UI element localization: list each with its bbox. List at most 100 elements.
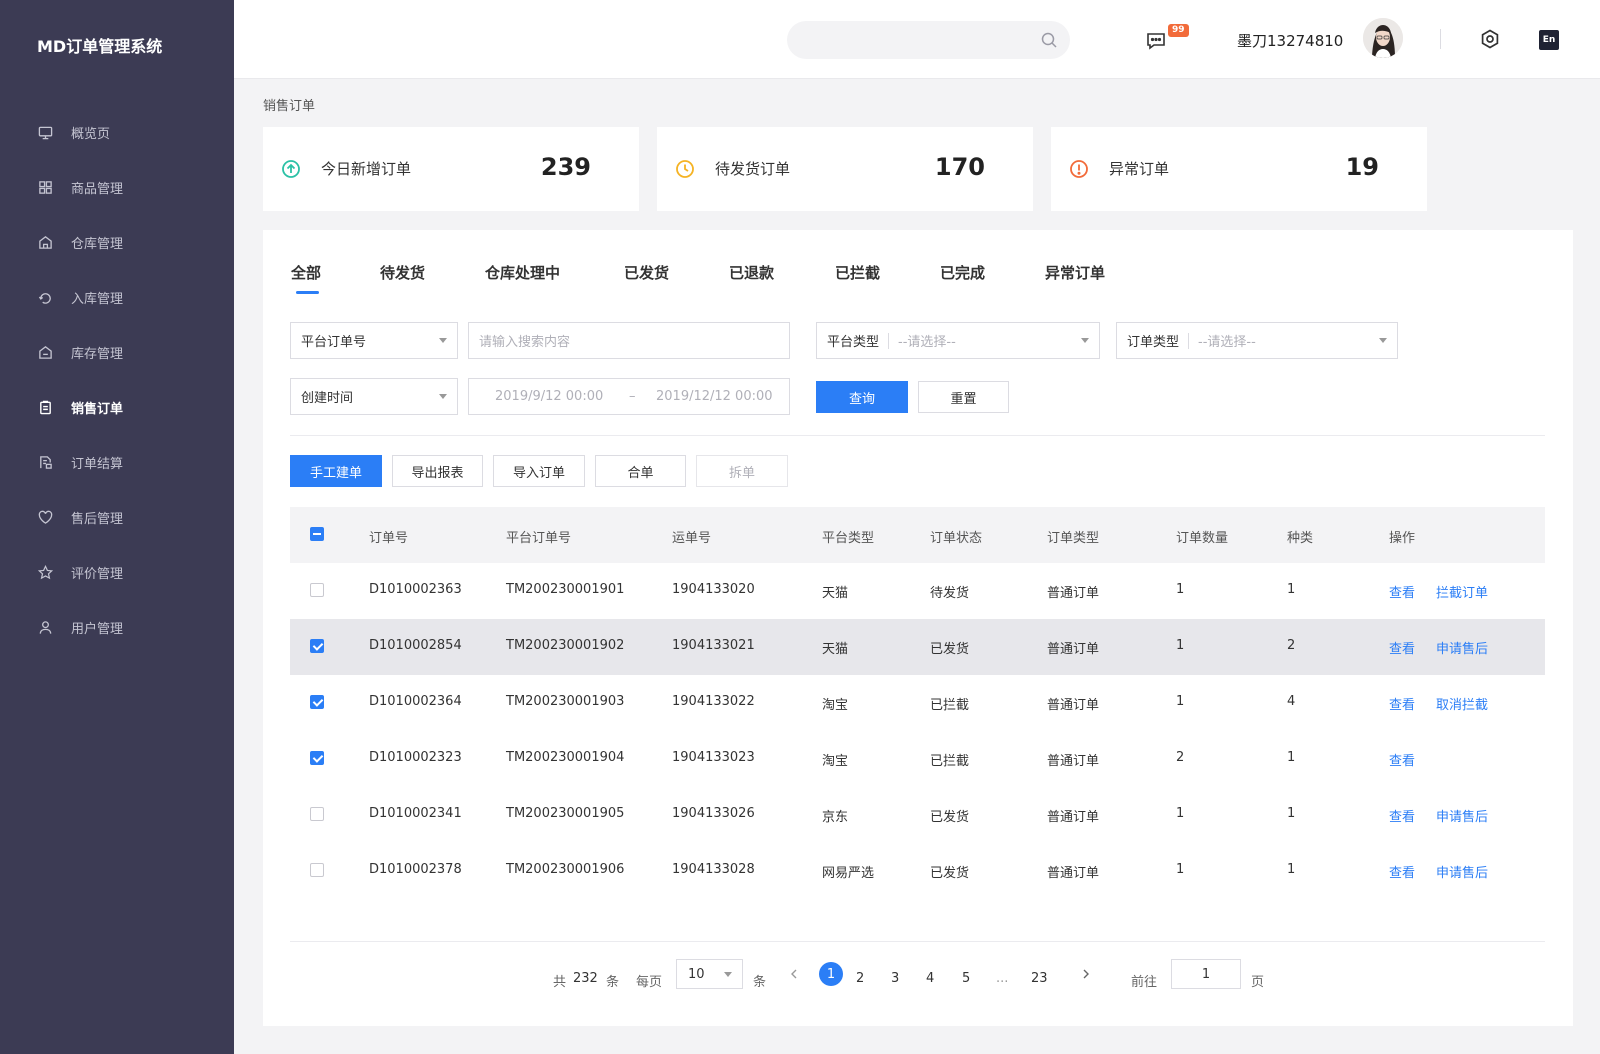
table-row[interactable]: D1010002364 TM200230001903 1904133022 淘宝… — [290, 675, 1545, 731]
sidebar-item-after-sales[interactable]: 售后管理 — [0, 497, 234, 537]
tab-pending-shipment[interactable]: 待发货 — [380, 262, 425, 283]
settings-icon[interactable] — [1479, 28, 1501, 50]
star-icon — [37, 564, 53, 580]
row-checkbox[interactable] — [310, 695, 324, 709]
order-field-value: 平台订单号 — [301, 335, 367, 350]
import-orders-button[interactable]: 导入订单 — [493, 455, 585, 487]
sidebar-item-label: 库存管理 — [71, 346, 124, 362]
language-switch[interactable]: En — [1539, 30, 1559, 50]
inventory-icon — [37, 344, 53, 360]
kinds-count: 1 — [1287, 750, 1296, 765]
date-range-picker[interactable]: 2019/9/12 00:00 – 2019/12/12 00:00 — [468, 378, 790, 415]
split-order-button[interactable]: 拆单 — [696, 455, 788, 487]
page-23[interactable]: 23 — [1031, 971, 1048, 986]
page-2[interactable]: 2 — [856, 971, 864, 986]
tab-shipped[interactable]: 已发货 — [624, 262, 669, 283]
row-checkbox[interactable] — [310, 583, 324, 597]
table-row[interactable]: D1010002378 TM200230001906 1904133028 网易… — [290, 843, 1545, 899]
sidebar-item-overview[interactable]: 概览页 — [0, 112, 234, 152]
merge-orders-button[interactable]: 合单 — [595, 455, 686, 487]
sidebar-item-reviews[interactable]: 评价管理 — [0, 552, 234, 592]
export-report-button[interactable]: 导出报表 — [392, 455, 483, 487]
page-4[interactable]: 4 — [926, 971, 934, 986]
row-checkbox[interactable] — [310, 807, 324, 821]
chevron-right-icon[interactable] — [1080, 968, 1092, 980]
sidebar-item-inbound[interactable]: 入库管理 — [0, 277, 234, 317]
sidebar-item-users[interactable]: 用户管理 — [0, 607, 234, 647]
after-sales-link[interactable]: 申请售后 — [1436, 862, 1488, 881]
notification-badge: 99 — [1168, 24, 1189, 37]
reset-button[interactable]: 重置 — [918, 381, 1009, 413]
after-sales-link[interactable]: 申请售后 — [1436, 806, 1488, 825]
clock-icon — [676, 160, 694, 178]
cancel-intercept-link[interactable]: 取消拦截 — [1436, 694, 1488, 713]
view-link[interactable]: 查看 — [1389, 582, 1415, 601]
query-button[interactable]: 查询 — [816, 381, 908, 413]
total-count: 232 — [573, 971, 598, 986]
kinds-count: 1 — [1287, 806, 1296, 821]
tab-abnormal[interactable]: 异常订单 — [1045, 262, 1105, 283]
date-end[interactable]: 2019/12/12 00:00 — [656, 389, 773, 404]
search-input[interactable] — [787, 21, 1070, 59]
view-link[interactable]: 查看 — [1389, 862, 1415, 881]
stat-card-pending-shipment: 待发货订单 170 — [657, 127, 1033, 211]
order-type: 普通订单 — [1047, 866, 1100, 881]
stat-label: 待发货订单 — [715, 160, 791, 178]
after-sales-link[interactable]: 申请售后 — [1436, 638, 1488, 657]
avatar[interactable] — [1363, 18, 1403, 58]
table-row[interactable]: D1010002323 TM200230001904 1904133023 淘宝… — [290, 731, 1545, 787]
view-link[interactable]: 查看 — [1389, 750, 1415, 769]
per-page-select[interactable]: 10 — [676, 959, 743, 989]
table-row[interactable]: D1010002854 TM200230001902 1904133021 天猫… — [290, 619, 1545, 675]
sidebar-item-settlement[interactable]: 订单结算 — [0, 442, 234, 482]
view-link[interactable]: 查看 — [1389, 694, 1415, 713]
chevron-left-icon[interactable] — [788, 968, 800, 980]
page-5[interactable]: 5 — [962, 971, 970, 986]
page-3[interactable]: 3 — [891, 971, 899, 986]
sidebar-item-sales-orders[interactable]: 销售订单 — [0, 387, 234, 427]
table-row[interactable]: D1010002341 TM200230001905 1904133026 京东… — [290, 787, 1545, 843]
warehouse-icon — [37, 234, 53, 250]
row-checkbox[interactable] — [310, 751, 324, 765]
kinds-count: 1 — [1287, 582, 1296, 597]
tab-all[interactable]: 全部 — [291, 262, 321, 283]
tab-completed[interactable]: 已完成 — [940, 262, 985, 283]
tab-warehouse-processing[interactable]: 仓库处理中 — [485, 262, 560, 283]
settlement-icon — [37, 454, 53, 470]
column-header: 种类 — [1287, 531, 1314, 546]
page-1[interactable]: 1 — [819, 962, 843, 986]
order-quantity: 2 — [1176, 750, 1185, 765]
row-checkbox[interactable] — [310, 863, 324, 877]
date-start[interactable]: 2019/9/12 00:00 — [495, 389, 603, 404]
time-field-select[interactable]: 创建时间 — [290, 378, 458, 415]
intercept-order-link[interactable]: 拦截订单 — [1436, 582, 1488, 601]
tab-refunded[interactable]: 已退款 — [729, 262, 774, 283]
column-header: 订单类型 — [1047, 531, 1100, 546]
sidebar-item-products[interactable]: 商品管理 — [0, 167, 234, 207]
table-header: 订单号 平台订单号 运单号 平台类型 订单状态 订单类型 订单数量 种类 操作 — [290, 507, 1545, 563]
sidebar-item-warehouse[interactable]: 仓库管理 — [0, 222, 234, 262]
table-row[interactable]: D1010002363 TM200230001901 1904133020 天猫… — [290, 563, 1545, 619]
view-link[interactable]: 查看 — [1389, 638, 1415, 657]
order-quantity: 1 — [1176, 582, 1185, 597]
platform-type-select[interactable]: 平台类型 --请选择-- — [816, 322, 1100, 359]
goto-page-input[interactable]: 1 — [1171, 959, 1241, 989]
waybill-number: 1904133022 — [672, 694, 755, 709]
row-checkbox[interactable] — [310, 639, 324, 653]
stat-value: 170 — [934, 153, 985, 181]
platform-order-id: TM200230001901 — [506, 582, 625, 597]
field-divider — [888, 332, 890, 349]
order-field-select[interactable]: 平台订单号 — [290, 322, 458, 359]
tab-intercepted[interactable]: 已拦截 — [835, 262, 880, 283]
column-header: 操作 — [1389, 531, 1416, 546]
search-content-input[interactable]: 请输入搜索内容 — [468, 322, 790, 359]
manual-create-button[interactable]: 手工建单 — [290, 455, 382, 487]
sidebar-item-inventory[interactable]: 库存管理 — [0, 332, 234, 372]
message-icon[interactable] — [1145, 30, 1167, 52]
select-all-checkbox[interactable] — [310, 527, 324, 541]
view-link[interactable]: 查看 — [1389, 806, 1415, 825]
sidebar-item-label: 订单结算 — [71, 456, 124, 472]
username[interactable]: 墨刀13274810 — [1237, 30, 1343, 51]
order-type-select[interactable]: 订单类型 --请选择-- — [1116, 322, 1398, 359]
platform-order-id: TM200230001906 — [506, 862, 625, 877]
